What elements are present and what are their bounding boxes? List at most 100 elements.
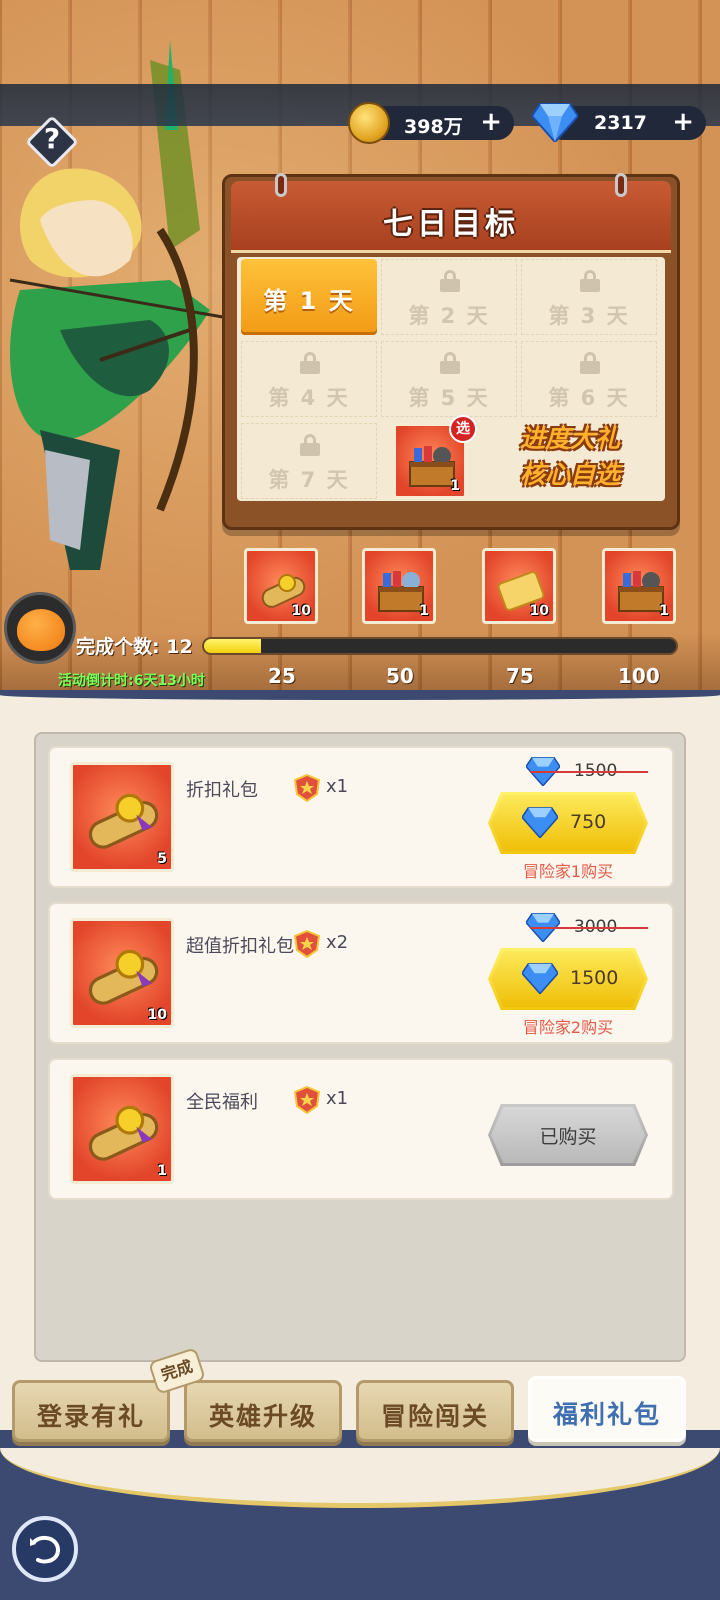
day-2-tab[interactable]: 第 2 天 — [381, 259, 517, 335]
big-gift-label: 进度大礼 核心自选 — [475, 421, 665, 493]
add-gem-button[interactable]: + — [672, 107, 694, 137]
strikethrough-line — [530, 771, 648, 773]
day-4-tab[interactable]: 第 4 天 — [241, 341, 377, 417]
tab-label: 福利礼包 — [552, 1400, 661, 1429]
countdown-text: 活动倒计时:6天13小时 — [58, 673, 205, 689]
gold-value: 398万 — [404, 116, 463, 138]
day-label: 第 3 天 — [548, 304, 630, 328]
purchase-requirement: 冒险家2购买 — [522, 1018, 614, 1037]
milestone-reward-25[interactable]: 10 — [244, 548, 318, 624]
lock-icon — [300, 352, 320, 374]
tab-label: 冒险闯关 — [380, 1402, 489, 1431]
item-count: 10 — [147, 1007, 167, 1023]
buy-button[interactable]: 750 — [488, 792, 648, 854]
day-label: 第 4 天 — [268, 386, 350, 410]
day-5-tab[interactable]: 第 5 天 — [381, 341, 517, 417]
offer-qty: x2 — [326, 932, 349, 953]
buy-button[interactable]: 1500 — [488, 948, 648, 1010]
offer-name: 全民福利 — [186, 1092, 258, 1113]
shield-star-icon — [294, 930, 320, 958]
offer-qty: x1 — [326, 1088, 349, 1109]
progress-section: 完成个数: 12 活动倒计时:6天13小时 25 50 75 100 — [0, 632, 720, 690]
offer-card: 1 全民福利 x1 已购买 — [48, 1058, 674, 1200]
item-count: 5 — [157, 851, 167, 867]
progress-bar — [202, 637, 678, 655]
pumpkin-icon — [17, 609, 65, 651]
item-count: 1 — [157, 1163, 167, 1179]
bottom-decoration — [0, 1448, 720, 1508]
buy-price: 750 — [570, 811, 607, 833]
offer-list[interactable]: 5 折扣礼包 x1 1500 750 冒险家1购买 10 超值折扣礼包 x2 3… — [34, 732, 686, 1362]
offer-qty: x1 — [326, 776, 349, 797]
help-icon: ? — [43, 122, 61, 155]
tab-hero-upgrade[interactable]: 英雄升级 — [184, 1380, 342, 1442]
tab-login-gift[interactable]: 登录有礼 — [12, 1380, 170, 1442]
milestone-reward-50[interactable]: 1 — [362, 548, 436, 624]
reward-count: 10 — [529, 603, 549, 619]
add-gold-button[interactable]: + — [480, 107, 502, 137]
prize-count: 1 — [450, 478, 460, 494]
gem-value: 2317 — [594, 112, 647, 134]
reward-count: 1 — [659, 603, 669, 619]
purchase-requirement: 冒险家1购买 — [522, 862, 614, 881]
lock-icon — [580, 270, 600, 292]
pumpkin-mascot-button[interactable] — [4, 592, 76, 664]
lock-icon — [580, 352, 600, 374]
back-button[interactable] — [12, 1516, 78, 1582]
purchased-label: 已购买 — [539, 1126, 597, 1148]
milestone-reward-75[interactable]: 10 — [482, 548, 556, 624]
strikethrough-line — [530, 927, 648, 929]
offer-card: 5 折扣礼包 x1 1500 750 冒险家1购买 — [48, 746, 674, 888]
category-tabs: 登录有礼 英雄升级 冒险闯关 福利礼包 — [0, 1372, 720, 1448]
day-label: 第 7 天 — [268, 468, 350, 492]
offer-item-icon[interactable]: 5 — [70, 762, 174, 872]
offer-name: 超值折扣礼包 — [186, 936, 294, 957]
day-label: 第 1 天 — [263, 287, 355, 315]
milestone-rewards: 10 1 10 1 — [0, 548, 720, 628]
tick-label: 25 — [268, 664, 296, 688]
lock-icon — [440, 352, 460, 374]
day-6-tab[interactable]: 第 6 天 — [521, 341, 657, 417]
purchased-button[interactable]: 已购买 — [488, 1104, 648, 1166]
offer-card: 10 超值折扣礼包 x2 3000 1500 冒险家2购买 — [48, 902, 674, 1044]
lock-icon — [440, 270, 460, 292]
gold-counter: 398万 + — [348, 102, 514, 144]
tick-label: 100 — [618, 664, 660, 688]
day-3-tab[interactable]: 第 3 天 — [521, 259, 657, 335]
day-label: 第 2 天 — [408, 304, 490, 328]
tick-label: 50 — [386, 664, 414, 688]
shield-star-icon — [294, 1086, 320, 1114]
offer-item-icon[interactable]: 10 — [70, 918, 174, 1028]
gold-coin-icon — [348, 102, 390, 144]
day-1-tab[interactable]: 第 1 天 — [241, 259, 377, 335]
offer-item-icon[interactable]: 1 — [70, 1074, 174, 1184]
scroll-icon — [88, 1105, 159, 1161]
back-arrow-icon — [30, 1535, 61, 1564]
scroll-icon — [88, 949, 159, 1005]
big-gift-line-1: 进度大礼 — [519, 424, 620, 453]
select-badge: 选 — [449, 415, 477, 443]
gem-icon — [522, 807, 558, 838]
reward-count: 1 — [419, 603, 429, 619]
milestone-reward-100[interactable]: 1 — [602, 548, 676, 624]
day-7-tab[interactable]: 第 7 天 — [241, 423, 377, 499]
day-label: 第 5 天 — [408, 386, 490, 410]
tab-adventure[interactable]: 冒险闯关 — [356, 1380, 514, 1442]
completed-count-label: 完成个数: 12 — [76, 636, 193, 658]
scroll-icon — [88, 793, 159, 849]
progress-bar-fill — [204, 639, 261, 653]
tab-welfare-pack[interactable]: 福利礼包 — [528, 1376, 686, 1442]
help-button[interactable]: ? — [24, 114, 80, 170]
day-label: 第 6 天 — [548, 386, 630, 410]
seven-day-goal-board: 七日目标 第 1 天 第 2 天 第 3 天 第 4 天 第 5 天 第 6 天… — [222, 173, 680, 530]
shield-star-icon — [294, 774, 320, 802]
buy-price: 1500 — [570, 967, 619, 989]
board-title: 七日目标 — [383, 207, 519, 242]
big-gift-line-2: 核心自选 — [519, 460, 620, 489]
original-price: 3000 — [526, 912, 648, 942]
board-header: 七日目标 — [231, 173, 671, 253]
reward-count: 10 — [291, 603, 311, 619]
offer-name: 折扣礼包 — [186, 780, 258, 801]
ring-icon — [615, 173, 627, 197]
tab-label: 登录有礼 — [36, 1402, 145, 1431]
